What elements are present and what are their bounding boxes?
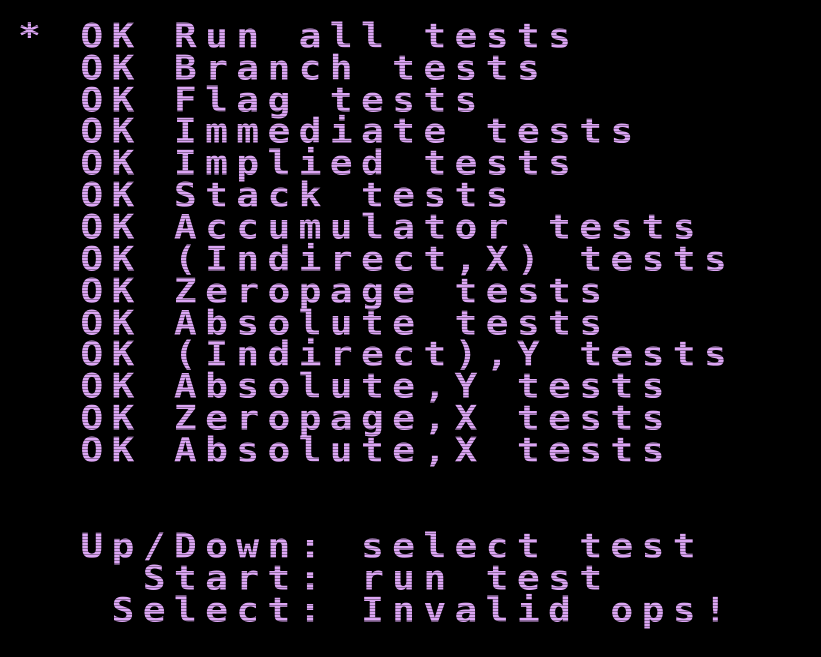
- menu-item-stack[interactable]: OK Stack tests: [18, 178, 517, 211]
- game-screen: * OK Run all tests OK Branch tests OK Fl…: [0, 0, 821, 657]
- help-updown: Up/Down: select test: [18, 529, 704, 562]
- menu-item-flag[interactable]: OK Flag tests: [18, 83, 486, 116]
- help-start: Start: run test: [18, 561, 610, 594]
- menu-item-accumulator[interactable]: OK Accumulator tests: [18, 210, 704, 243]
- menu-item-label: Absolute,X tests: [173, 430, 673, 470]
- menu-item-indirect-y[interactable]: OK (Indirect),Y tests: [18, 337, 735, 370]
- menu-item-status: OK: [80, 430, 143, 470]
- menu-item-absolute-y[interactable]: OK Absolute,Y tests: [18, 369, 673, 402]
- menu-item-zeropage[interactable]: OK Zeropage tests: [18, 274, 610, 307]
- menu-item-immediate[interactable]: OK Immediate tests: [18, 114, 642, 147]
- menu-item-zeropage-x[interactable]: OK Zeropage,X tests: [18, 401, 673, 434]
- menu-item-absolute[interactable]: OK Absolute tests: [18, 306, 610, 339]
- menu-item-branch[interactable]: OK Branch tests: [18, 51, 548, 84]
- menu-item-implied[interactable]: OK Implied tests: [18, 146, 579, 179]
- menu-item-run-all[interactable]: * OK Run all tests: [18, 19, 579, 52]
- menu-item-absolute-x[interactable]: OK Absolute,X tests: [18, 433, 673, 466]
- help-select-text: Select: Invalid ops!: [111, 590, 736, 630]
- help-select: Select: Invalid ops!: [18, 593, 735, 626]
- menu-item-indirect-x[interactable]: OK (Indirect,X) tests: [18, 242, 735, 275]
